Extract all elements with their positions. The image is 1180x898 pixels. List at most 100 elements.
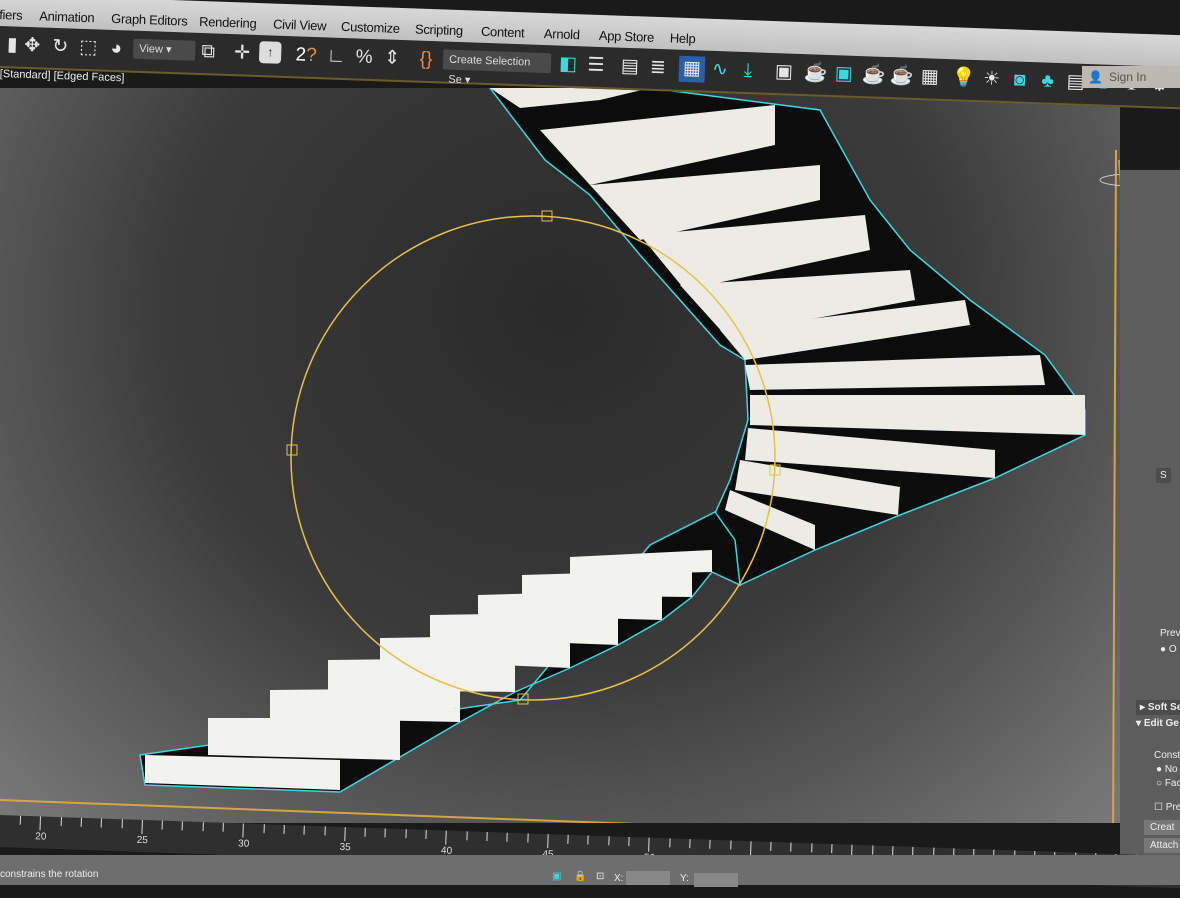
render-production-icon[interactable]: ☕ <box>860 62 887 89</box>
constraint-face-radio[interactable]: ○ Fac <box>1156 778 1180 789</box>
perspective-viewport[interactable] <box>0 88 1120 823</box>
timeline-tick <box>323 826 326 836</box>
x-coordinate-field[interactable] <box>626 871 670 885</box>
render-grid-icon[interactable]: ▦ <box>916 64 943 91</box>
selection-lock-icon[interactable]: ▣ <box>552 871 561 882</box>
curve-editor-icon[interactable]: ∿ <box>706 57 733 84</box>
timeline-tick <box>364 827 366 837</box>
status-bar: constrains the rotation ▣ 🔒 ⊡ X: Y: <box>0 855 1180 887</box>
material-editor-icon[interactable]: ▣ <box>770 59 797 86</box>
scene-explorer-icon[interactable]: ▤ <box>617 54 644 81</box>
render-setup-icon[interactable]: ☕ <box>802 60 829 87</box>
timeline-tick <box>425 829 427 839</box>
timeline-tick <box>729 840 732 850</box>
absolute-mode-icon[interactable]: ⊡ <box>596 871 604 882</box>
menu-civil-view[interactable]: Civil View <box>273 17 327 34</box>
menu-content[interactable]: Content <box>481 24 525 41</box>
timeline-tick <box>486 831 488 842</box>
preview-option-radio[interactable]: ● O <box>1160 644 1177 655</box>
align-icon[interactable]: ☰ <box>583 52 610 79</box>
tree-icon[interactable]: ♣ <box>1034 68 1061 95</box>
rendered-frame-icon[interactable]: ▣ <box>830 61 857 88</box>
menu-fiers[interactable]: fiers <box>0 7 23 23</box>
lock-icon[interactable]: 🔒 <box>574 871 586 882</box>
timeline-tick <box>628 836 630 846</box>
camera-icon[interactable]: ◙ <box>1006 67 1033 94</box>
menu-animation[interactable]: Animation <box>39 8 95 25</box>
timeline-tick <box>405 829 407 839</box>
x-coordinate-label: X: <box>614 873 624 884</box>
timeline-tick <box>100 818 103 828</box>
light-icon[interactable]: 💡 <box>950 65 977 92</box>
mirror-icon[interactable]: ◧ <box>555 51 582 78</box>
preview-option-label: O <box>1168 644 1177 655</box>
sun-icon[interactable]: ☀ <box>978 66 1005 93</box>
timeline-tick <box>80 817 82 827</box>
timeline-tick <box>648 837 650 852</box>
viewcube-icon[interactable] <box>1099 173 1120 187</box>
timeline-tick <box>19 815 21 825</box>
stair-step <box>208 718 400 760</box>
timeline-tick <box>770 841 772 851</box>
timeline-tick <box>445 830 448 845</box>
constraints-label: Constra <box>1154 750 1180 761</box>
selection-set-dropdown[interactable]: Create Selection Se ▾ <box>442 49 552 86</box>
create-button[interactable]: Creat <box>1144 820 1180 835</box>
menu-app-store[interactable]: App Store <box>599 28 655 45</box>
menu-scripting[interactable]: Scripting <box>415 22 463 39</box>
move-icon[interactable]: ✥ <box>19 33 46 60</box>
preserve-label: Pres <box>1165 802 1180 813</box>
timeline-tick <box>344 827 346 842</box>
timeline-tick <box>39 816 42 831</box>
timeline-tick <box>587 835 590 845</box>
menu-help[interactable]: Help <box>670 30 696 46</box>
timeline-label: 20 <box>35 831 47 843</box>
rotate-icon[interactable]: ↻ <box>47 34 74 61</box>
attach-button[interactable]: Attach <box>1144 838 1180 853</box>
menu-graph-editors[interactable]: Graph Editors <box>111 11 188 29</box>
pivot-icon[interactable]: ⧉ <box>195 39 222 66</box>
3ds-max-window: [Standard] [Edged Faces] fiers Animation G… <box>0 0 1180 890</box>
constraint-none-label: No <box>1164 764 1178 775</box>
timeline-tick <box>709 839 711 849</box>
timeline-tick <box>668 838 671 848</box>
timeline-tick <box>303 825 306 835</box>
select-manipulate-icon[interactable]: ✛ <box>229 40 256 67</box>
percent-snap-icon[interactable]: % <box>351 44 378 71</box>
constraint-none-radio[interactable]: ● No <box>1156 764 1178 775</box>
stair-step <box>570 550 712 575</box>
timeline-tick <box>689 839 691 849</box>
menu-customize[interactable]: Customize <box>341 19 400 36</box>
soft-selection-rollout[interactable]: ▸ Soft Se <box>1136 700 1180 715</box>
spinner-snap-icon[interactable]: ⇕ <box>379 45 406 72</box>
edit-geometry-rollout[interactable]: ▾ Edit Ge <box>1136 718 1179 729</box>
timeline-label: 30 <box>237 838 250 850</box>
timeline-label: 35 <box>339 841 351 854</box>
status-prompt: constrains the rotation <box>0 869 99 880</box>
schematic-view-icon[interactable]: ⤓ <box>734 58 761 85</box>
keyboard-shortcut-icon[interactable]: ↑ <box>258 41 282 64</box>
menu-rendering[interactable]: Rendering <box>199 14 257 31</box>
snap-toggle-icon[interactable]: 2? <box>293 42 320 69</box>
panel-section-header[interactable]: S <box>1156 468 1171 483</box>
timeline-tick <box>283 824 285 834</box>
menu-arnold[interactable]: Arnold <box>544 26 580 42</box>
preserve-checkbox[interactable]: ☐ Pres <box>1154 802 1180 813</box>
user-icon: 👤 <box>1088 70 1103 84</box>
timeline-tick <box>567 834 569 844</box>
timeline-tick <box>831 844 833 854</box>
scale-icon[interactable]: ⬚ <box>75 35 102 62</box>
placement-icon[interactable]: ◕ <box>103 36 130 63</box>
render-iterative-icon[interactable]: ☕ <box>888 63 915 90</box>
constraint-face-label: Fac <box>1164 778 1180 789</box>
sign-in-button[interactable]: 👤 Sign In <box>1082 66 1180 88</box>
named-selection-icon[interactable]: {} <box>413 46 440 73</box>
angle-snap-icon[interactable]: ∟ <box>323 43 350 70</box>
toggle-ribbon-icon[interactable]: ▦ <box>678 55 706 83</box>
timeline-tick <box>384 828 387 838</box>
layer-explorer-icon[interactable]: ≣ <box>644 55 671 82</box>
soft-selection-label: Soft Se <box>1147 702 1180 713</box>
timeline-label: 25 <box>136 834 149 847</box>
timeline-tick <box>263 824 265 834</box>
reference-coordinate-dropdown[interactable]: View ▾ <box>132 38 196 61</box>
